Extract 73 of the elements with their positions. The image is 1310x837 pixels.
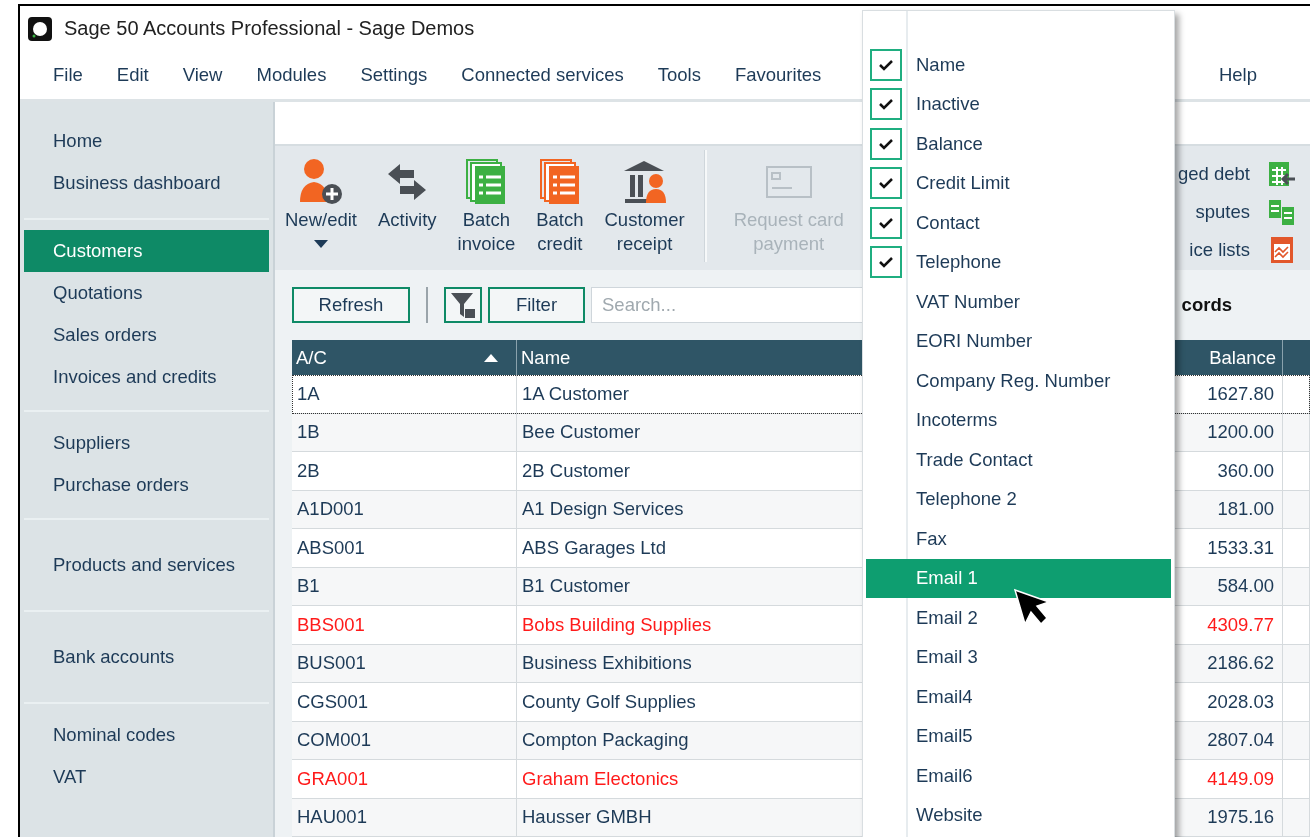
- menu-option[interactable]: Credit Limit: [866, 163, 1171, 203]
- menu-item[interactable]: Modules: [256, 64, 327, 86]
- sidebar-item[interactable]: Business dashboard: [24, 162, 269, 204]
- menu-option[interactable]: Inactive: [866, 84, 1171, 124]
- toolbar-button[interactable]: Batch credit: [534, 156, 586, 257]
- sidebar-item[interactable]: Bank accounts: [24, 636, 269, 678]
- document-stack-icon: [539, 159, 580, 206]
- toolbar-link[interactable]: ged debt: [1178, 162, 1250, 185]
- spreadsheet-icon: [1268, 160, 1296, 187]
- menu-item[interactable]: Help: [1218, 64, 1257, 86]
- app-logo-icon: [28, 16, 52, 41]
- menu-option[interactable]: Telephone: [866, 242, 1171, 282]
- table-cell: A1D001: [292, 490, 517, 528]
- checkbox[interactable]: [870, 127, 902, 160]
- table-cell: B1: [292, 567, 517, 605]
- refresh-button[interactable]: Refresh: [292, 286, 410, 323]
- menu-item[interactable]: View: [182, 64, 223, 86]
- window-title: Sage 50 Accounts Professional - Sage Demos: [64, 17, 475, 40]
- checkmark-icon: [878, 256, 894, 269]
- menu-item[interactable]: Tools: [657, 64, 701, 86]
- table-cell: 2B: [292, 452, 517, 490]
- sidebar-item[interactable]: Products and services: [24, 544, 269, 586]
- checkmark-icon: [878, 216, 894, 229]
- toolbar-button[interactable]: New/edit: [283, 156, 359, 249]
- sidebar-item[interactable]: Purchase orders: [24, 464, 269, 506]
- document-stack-icon: [466, 159, 507, 206]
- checkmark-icon: [878, 98, 894, 111]
- clear-filter-button[interactable]: [444, 286, 482, 323]
- menu-item[interactable]: Settings: [360, 64, 428, 86]
- records-label: cords: [1181, 293, 1233, 316]
- column-header[interactable]: A/C: [292, 340, 517, 375]
- sidebar-item[interactable]: Sales orders: [24, 314, 269, 356]
- filter-button[interactable]: Filter: [488, 286, 585, 323]
- toolbar-link[interactable]: sputes: [1195, 200, 1250, 223]
- sidebar-item[interactable]: Invoices and credits: [24, 356, 269, 398]
- checkbox[interactable]: [870, 88, 902, 121]
- table-cell: BUS001: [292, 644, 517, 682]
- table-cell: GRA001: [292, 760, 517, 798]
- menu-item[interactable]: Edit: [116, 64, 149, 86]
- sidebar-item[interactable]: Customers: [24, 230, 269, 272]
- toolbar-button[interactable]: Customer receipt: [602, 156, 687, 257]
- table-cell: COM001: [292, 721, 517, 759]
- checkmark-icon: [878, 58, 894, 71]
- toolbar-button[interactable]: Activity: [376, 156, 439, 233]
- sidebar-item[interactable]: VAT: [24, 756, 269, 798]
- table-cell: BBS001: [292, 606, 517, 644]
- toolbar-link[interactable]: ice lists: [1189, 238, 1250, 261]
- menu-option[interactable]: Name: [866, 45, 1171, 85]
- person-add-icon: [298, 158, 344, 207]
- menu-option[interactable]: Balance: [866, 124, 1171, 164]
- checkmark-icon: [878, 137, 894, 150]
- checkbox[interactable]: [870, 246, 902, 279]
- table-cell: 1B: [292, 413, 517, 451]
- menu-option[interactable]: Contact: [866, 203, 1171, 243]
- sidebar-item[interactable]: Suppliers: [24, 422, 269, 464]
- table-cell: HAU001: [292, 798, 517, 836]
- toolbar-button[interactable]: Batch invoice: [455, 156, 518, 257]
- documents-icon: [1268, 197, 1296, 226]
- menu-item[interactable]: File: [53, 64, 83, 86]
- checkmark-icon: [878, 177, 894, 190]
- sidebar-item[interactable]: Nominal codes: [24, 714, 269, 756]
- table-cell: 1A: [292, 375, 517, 413]
- table-cell: CGS001: [292, 683, 517, 721]
- menu-item[interactable]: Favourites: [734, 64, 822, 86]
- chart-document-icon: [1268, 235, 1296, 264]
- sidebar-item[interactable]: Quotations: [24, 272, 269, 314]
- checkbox[interactable]: [870, 48, 902, 81]
- sidebar-item[interactable]: Home: [24, 120, 269, 162]
- table-cell: ABS001: [292, 529, 517, 567]
- card-icon: [765, 166, 812, 199]
- checkbox[interactable]: [870, 167, 902, 200]
- menu-item[interactable]: Connected services: [461, 64, 624, 86]
- checkbox[interactable]: [870, 206, 902, 239]
